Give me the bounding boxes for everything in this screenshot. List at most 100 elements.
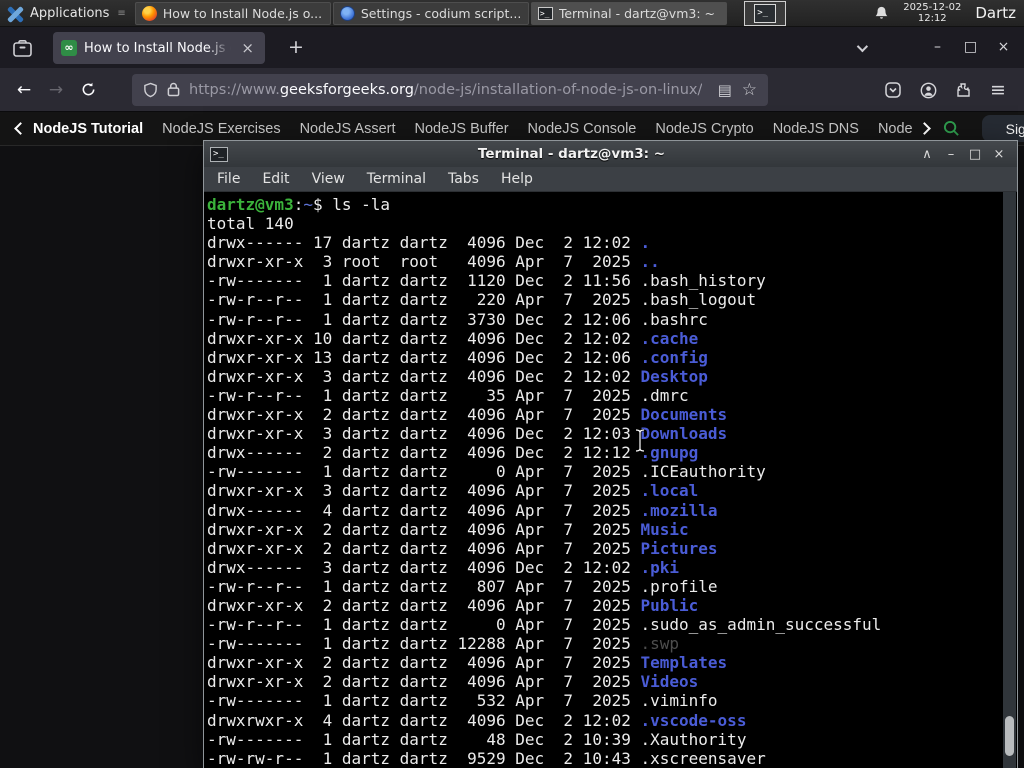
nav-link[interactable]: NodeJS Buffer bbox=[415, 121, 509, 137]
scrollbar-thumb[interactable] bbox=[1005, 716, 1014, 756]
file-name: .viminfo bbox=[640, 691, 718, 711]
xfce-applications-icon bbox=[7, 5, 24, 23]
back-button[interactable]: ← bbox=[8, 75, 40, 105]
nav-link[interactable]: NodeJS DNS bbox=[773, 121, 859, 137]
nav-link[interactable]: NodeJS Exercises bbox=[162, 121, 280, 137]
prompt-user-host: dartz@vm3 bbox=[207, 195, 294, 214]
terminal-listing: drwx------ 17 dartz dartz 4096 Dec 2 12:… bbox=[207, 233, 1003, 768]
hamburger-menu-icon[interactable]: ≡ bbox=[982, 75, 1014, 105]
nav-link[interactable]: NodeJS Console bbox=[528, 121, 637, 137]
terminal-line: drwx------ 4 dartz dartz 4096 Apr 7 2025… bbox=[207, 501, 1003, 520]
minimize-button[interactable]: – bbox=[939, 144, 963, 164]
forward-button[interactable]: → bbox=[40, 75, 72, 105]
file-meta: drwxr-xr-x 13 dartz dartz 4096 Dec 2 12:… bbox=[207, 347, 641, 367]
terminal-window: >_ Terminal - dartz@vm3: ~ ∧ – □ × File … bbox=[203, 140, 1018, 768]
mouse-cursor-ibeam bbox=[635, 428, 645, 453]
maximize-button[interactable]: □ bbox=[954, 33, 987, 61]
bookmark-star-icon[interactable]: ☆ bbox=[742, 80, 757, 100]
list-all-tabs-icon[interactable] bbox=[850, 39, 872, 57]
url-bar[interactable]: https://www.geeksforgeeks.org/node-js/in… bbox=[132, 73, 768, 106]
terminal-line: drwxr-xr-x 2 dartz dartz 4096 Apr 7 2025… bbox=[207, 520, 1003, 539]
minimize-button[interactable]: – bbox=[921, 33, 954, 61]
nav-link[interactable]: NodeJS Assert bbox=[300, 121, 396, 137]
terminal-line: -rw-r--r-- 1 dartz dartz 807 Apr 7 2025 … bbox=[207, 577, 1003, 596]
menu-help[interactable]: Help bbox=[490, 167, 544, 191]
menu-edit[interactable]: Edit bbox=[251, 167, 300, 191]
file-meta: drwxr-xr-x 2 dartz dartz 4096 Apr 7 2025 bbox=[207, 595, 641, 615]
nav-scroll-right-icon[interactable] bbox=[917, 122, 931, 135]
file-meta: -rw-r--r-- 1 dartz dartz 0 Apr 7 2025 bbox=[207, 615, 641, 635]
lock-icon[interactable] bbox=[167, 82, 180, 97]
file-name: .Xauthority bbox=[640, 729, 747, 749]
settings-app-icon bbox=[339, 5, 355, 21]
taskbar-button-settings[interactable]: Settings - codium script... bbox=[332, 1, 529, 25]
menu-file[interactable]: File bbox=[206, 167, 251, 191]
file-meta: drwxr-xr-x 3 dartz dartz 4096 Dec 2 12:0… bbox=[207, 424, 641, 444]
nav-link[interactable]: Node bbox=[878, 121, 913, 137]
clock-date: 2025-12-02 bbox=[903, 2, 962, 13]
file-meta: drwx------ 17 dartz dartz 4096 Dec 2 12:… bbox=[207, 233, 641, 253]
search-icon[interactable] bbox=[943, 120, 960, 137]
file-name: Music bbox=[640, 519, 689, 539]
nav-link-tutorial[interactable]: NodeJS Tutorial bbox=[33, 121, 143, 137]
terminal-line: drwxr-xr-x 3 root root 4096 Apr 7 2025 .… bbox=[207, 252, 1003, 271]
file-name: .bash_history bbox=[640, 271, 766, 291]
applications-menu-button[interactable]: Applications ≡ bbox=[0, 0, 133, 26]
terminal-icon: >_ bbox=[754, 3, 777, 23]
terminal-titlebar[interactable]: >_ Terminal - dartz@vm3: ~ ∧ – □ × bbox=[204, 141, 1017, 167]
notification-bell-icon[interactable] bbox=[874, 5, 889, 21]
file-name: .vscode-oss bbox=[640, 710, 747, 730]
file-name: Videos bbox=[640, 672, 699, 692]
tracking-shield-icon[interactable] bbox=[143, 82, 158, 98]
shade-button[interactable]: ∧ bbox=[915, 144, 939, 164]
pocket-icon[interactable] bbox=[877, 75, 909, 105]
file-name: .dmrc bbox=[640, 385, 689, 405]
maximize-button[interactable]: □ bbox=[963, 144, 987, 164]
top-panel: Applications ≡ How to Install Node.js o.… bbox=[0, 0, 1024, 27]
terminal-line: -rw-r--r-- 1 dartz dartz 0 Apr 7 2025 .s… bbox=[207, 615, 1003, 634]
panel-clock[interactable]: 2025-12-02 12:12 bbox=[903, 2, 961, 24]
terminal-line: -rw------- 1 dartz dartz 48 Dec 2 10:39 … bbox=[207, 730, 1003, 749]
reader-view-icon[interactable]: ▤ bbox=[718, 81, 732, 99]
menu-terminal[interactable]: Terminal bbox=[356, 167, 437, 191]
terminal-line: -rw------- 1 dartz dartz 1120 Dec 2 11:5… bbox=[207, 271, 1003, 290]
toolbar-right-icons: ≡ bbox=[877, 75, 1014, 105]
terminal-line: -rw-rw-r-- 1 dartz dartz 9529 Dec 2 10:4… bbox=[207, 749, 1003, 768]
file-meta: drwxr-xr-x 2 dartz dartz 4096 Apr 7 2025 bbox=[207, 405, 641, 425]
terminal-line: -rw------- 1 dartz dartz 12288 Apr 7 202… bbox=[207, 634, 1003, 653]
url-text: https://www.geeksforgeeks.org/node-js/in… bbox=[189, 81, 703, 98]
file-name: Templates bbox=[640, 653, 728, 673]
nav-scroll-left-icon[interactable] bbox=[14, 122, 27, 135]
terminal-line: drwxr-xr-x 13 dartz dartz 4096 Dec 2 12:… bbox=[207, 348, 1003, 367]
terminal-line: drwxrwxr-x 4 dartz dartz 4096 Dec 2 12:0… bbox=[207, 711, 1003, 730]
menu-tabs[interactable]: Tabs bbox=[437, 167, 490, 191]
close-button[interactable]: × bbox=[987, 33, 1020, 61]
terminal-screen[interactable]: dartz@vm3:~$ ls -la total 140 drwx------… bbox=[204, 192, 1017, 768]
taskbar-button-terminal[interactable]: >_ Terminal - dartz@vm3: ~ bbox=[530, 1, 727, 25]
menu-view[interactable]: View bbox=[301, 167, 356, 191]
extensions-puzzle-icon[interactable] bbox=[947, 75, 979, 105]
file-name: .mozilla bbox=[640, 500, 718, 520]
close-button[interactable]: × bbox=[987, 144, 1011, 164]
account-icon[interactable] bbox=[912, 75, 944, 105]
file-name: Desktop bbox=[640, 366, 708, 386]
firefox-view-icon[interactable] bbox=[10, 36, 34, 60]
file-meta: drwxr-xr-x 2 dartz dartz 4096 Apr 7 2025 bbox=[207, 653, 641, 673]
sign-in-button[interactable]: Sign In bbox=[981, 115, 1024, 142]
terminal-line: -rw-r--r-- 1 dartz dartz 35 Apr 7 2025 .… bbox=[207, 386, 1003, 405]
applications-label: Applications bbox=[30, 5, 110, 21]
new-tab-button[interactable]: + bbox=[283, 35, 309, 61]
nav-link[interactable]: NodeJS Crypto bbox=[655, 121, 753, 137]
file-name: .ICEauthority bbox=[640, 462, 766, 482]
file-meta: drwxr-xr-x 3 dartz dartz 4096 Apr 7 2025 bbox=[207, 481, 641, 501]
tray-terminal-icon[interactable]: >_ bbox=[744, 0, 787, 26]
terminal-scrollbar[interactable] bbox=[1003, 192, 1016, 768]
file-meta: -rw------- 1 dartz dartz 0 Apr 7 2025 bbox=[207, 462, 641, 482]
file-meta: drwx------ 2 dartz dartz 4096 Dec 2 12:1… bbox=[207, 443, 641, 463]
reload-button[interactable] bbox=[72, 75, 104, 105]
terminal-line: drwxr-xr-x 2 dartz dartz 4096 Apr 7 2025… bbox=[207, 405, 1003, 424]
tab-close-icon[interactable]: × bbox=[238, 40, 257, 57]
terminal-line: drwx------ 17 dartz dartz 4096 Dec 2 12:… bbox=[207, 233, 1003, 252]
browser-tab-active[interactable]: ∞ How to Install Node.js on × bbox=[53, 32, 265, 64]
taskbar-button-firefox[interactable]: How to Install Node.js o... bbox=[134, 1, 331, 25]
